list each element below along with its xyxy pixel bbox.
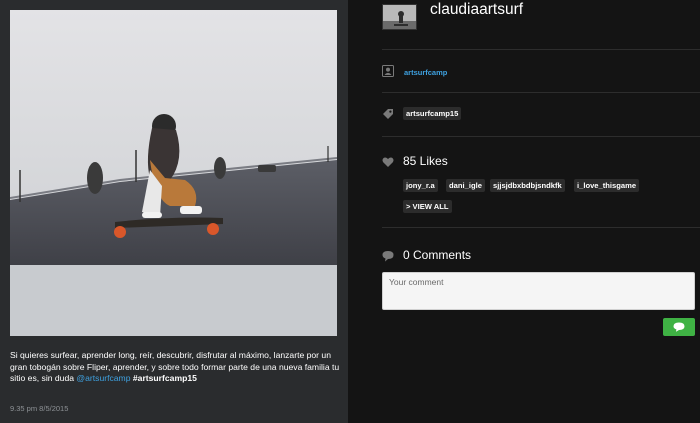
post-media-panel: Si quieres surfear, aprender long, reír,… (0, 0, 348, 423)
liker-tag[interactable]: i_love_thisgame (574, 179, 640, 192)
author-username[interactable]: claudiaartsurf (430, 1, 523, 19)
hashtag-tag[interactable]: artsurfcamp15 (403, 107, 462, 120)
caption-hashtag-link[interactable]: #artsurfcamp15 (133, 373, 197, 383)
tag-icon (383, 109, 393, 119)
comment-input[interactable] (382, 272, 695, 310)
comments-count: 0 Comments (403, 248, 472, 262)
liker-tag[interactable]: jony_r.a (403, 179, 438, 192)
likes-count: 85 Likes (403, 154, 448, 168)
person-pin-icon (382, 65, 394, 77)
divider (382, 136, 700, 137)
speech-bubble-icon (382, 251, 394, 262)
view-all-likes-button[interactable]: > VIEW ALL (403, 200, 452, 213)
post-photo[interactable] (10, 10, 337, 336)
chat-bubble-icon (673, 322, 685, 332)
post-timestamp: 9.35 pm 8/5/2015 (10, 404, 69, 413)
liker-tag[interactable]: sjjsjdbxbdbjsndkfk (490, 179, 565, 192)
divider (382, 227, 700, 228)
avatar-image (383, 5, 416, 29)
send-comment-button[interactable] (663, 318, 695, 336)
location-link[interactable]: artsurfcamp (404, 68, 447, 77)
avatar[interactable] (382, 4, 417, 30)
caption-mention-link[interactable]: @artsurfcamp (76, 373, 130, 383)
post-details-panel: claudiaartsurf artsurfcamp artsurfcamp15… (348, 0, 700, 423)
divider (382, 49, 700, 50)
post-caption: Si quieres surfear, aprender long, reír,… (10, 350, 340, 385)
heart-icon (382, 157, 394, 167)
divider (382, 92, 700, 93)
liker-tag[interactable]: dani_igle (446, 179, 485, 192)
skateboarder-photo (10, 10, 337, 336)
